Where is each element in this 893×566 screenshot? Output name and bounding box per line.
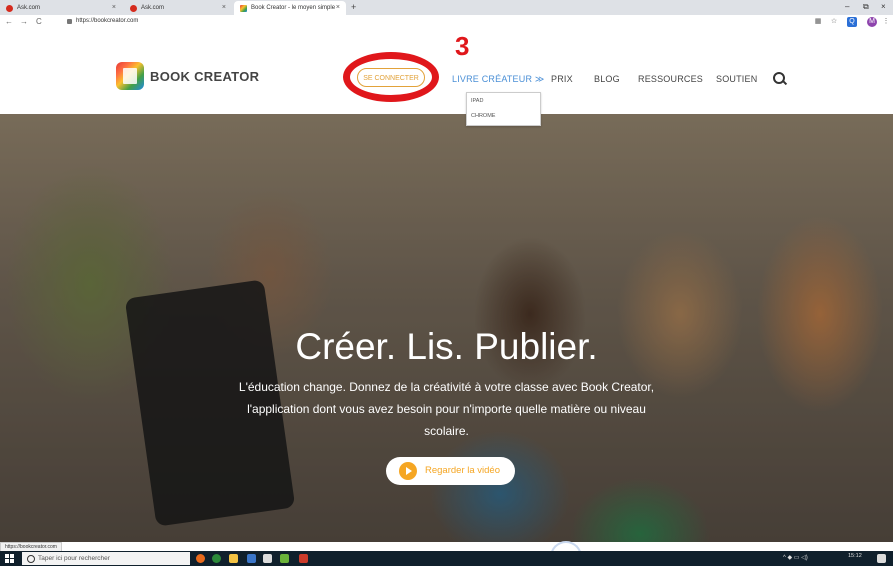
firefox-icon[interactable] bbox=[196, 554, 205, 563]
windows-start-icon[interactable] bbox=[5, 554, 14, 563]
extension-q-icon[interactable]: Q bbox=[847, 17, 857, 27]
watch-video-button[interactable]: Regarder la vidéo bbox=[386, 457, 515, 485]
dropdown-item-ipad[interactable]: IPAD bbox=[471, 98, 483, 104]
close-tab-icon[interactable]: × bbox=[222, 4, 226, 11]
ask-favicon-icon bbox=[130, 4, 137, 12]
annotation-circle bbox=[343, 52, 439, 102]
book-creator-favicon-icon bbox=[240, 4, 247, 12]
chrome-icon[interactable] bbox=[212, 554, 221, 563]
file-explorer-icon[interactable] bbox=[229, 554, 238, 563]
word-icon[interactable] bbox=[247, 554, 256, 563]
nav-livre-createur[interactable]: LIVRE CRÉATEUR ≫ bbox=[452, 74, 544, 85]
annotation-step-number: 3 bbox=[455, 31, 470, 61]
play-icon bbox=[399, 462, 417, 480]
nav-ressources[interactable]: RESSOURCES bbox=[638, 74, 703, 84]
brand-name[interactable]: BOOK CREATOR bbox=[150, 69, 259, 84]
tab-label: Ask.com bbox=[141, 5, 165, 11]
lock-icon bbox=[67, 19, 72, 24]
translate-icon[interactable]: ▦ bbox=[813, 17, 823, 27]
browser-tab-strip: Ask.com × Ask.com × Book Creator - le mo… bbox=[0, 0, 893, 15]
hero-subtext-line-3: scolaire. bbox=[424, 424, 469, 438]
dropdown-item-chrome[interactable]: CHROME bbox=[471, 113, 495, 119]
store-icon[interactable] bbox=[280, 554, 289, 563]
search-icon[interactable] bbox=[773, 72, 785, 84]
taskbar-search-placeholder: Taper ici pour rechercher bbox=[38, 555, 110, 562]
nav-blog[interactable]: BLOG bbox=[594, 74, 620, 84]
address-bar-row: ← → C https://bookcreator.com ▦ ☆ Q M ⋮ bbox=[0, 15, 893, 31]
logo-book-icon bbox=[123, 68, 137, 84]
watch-video-label: Regarder la vidéo bbox=[425, 465, 500, 476]
nav-prix[interactable]: PRIX bbox=[551, 74, 573, 84]
livre-createur-dropdown: IPAD CHROME bbox=[466, 92, 541, 126]
taskbar-search-box[interactable]: Taper ici pour rechercher bbox=[22, 552, 190, 565]
forward-button[interactable]: → bbox=[20, 17, 28, 26]
browser-tab-book-creator[interactable]: Book Creator - le moyen simple × bbox=[234, 1, 346, 15]
app-icon[interactable] bbox=[299, 554, 308, 563]
ask-favicon-icon bbox=[6, 4, 13, 12]
close-tab-icon[interactable]: × bbox=[112, 4, 116, 11]
system-tray-icons[interactable]: ^ ◆ ▭ ◁) bbox=[783, 554, 808, 561]
url-field[interactable]: https://bookcreator.com bbox=[76, 18, 138, 24]
minimize-button[interactable]: – bbox=[845, 2, 849, 11]
nav-soutien[interactable]: SOUTIEN bbox=[716, 74, 757, 84]
hero-subtext-line-2: l'application dont vous avez besoin pour… bbox=[247, 402, 646, 416]
book-creator-logo[interactable] bbox=[116, 62, 144, 90]
back-button[interactable]: ← bbox=[5, 17, 13, 26]
hero-subtext-line-1: L'éducation change. Donnez de la créativ… bbox=[238, 380, 655, 394]
tab-label: Ask.com bbox=[17, 5, 41, 11]
browser-tab-ask-1[interactable]: Ask.com × bbox=[0, 1, 122, 15]
close-window-button[interactable]: × bbox=[881, 2, 886, 11]
tab-label: Book Creator - le moyen simple bbox=[251, 5, 336, 11]
notification-icon[interactable] bbox=[877, 554, 886, 563]
profile-avatar[interactable]: M bbox=[867, 17, 877, 27]
browser-menu-icon[interactable]: ⋮ bbox=[881, 17, 891, 27]
cortana-icon bbox=[27, 555, 35, 563]
windows-taskbar: Taper ici pour rechercher ^ ◆ ▭ ◁) 15:12 bbox=[0, 551, 893, 566]
reload-button[interactable]: C bbox=[36, 17, 42, 26]
new-tab-button[interactable]: + bbox=[351, 2, 356, 12]
browser-tab-ask-2[interactable]: Ask.com × bbox=[124, 1, 232, 15]
mail-icon[interactable] bbox=[263, 554, 272, 563]
bookmark-star-icon[interactable]: ☆ bbox=[829, 17, 839, 27]
taskbar-clock[interactable]: 15:12 bbox=[848, 553, 862, 559]
close-tab-icon[interactable]: × bbox=[336, 4, 340, 11]
restore-button[interactable]: ⧉ bbox=[863, 2, 869, 12]
hero-headline: Créer. Lis. Publier. bbox=[295, 326, 598, 367]
